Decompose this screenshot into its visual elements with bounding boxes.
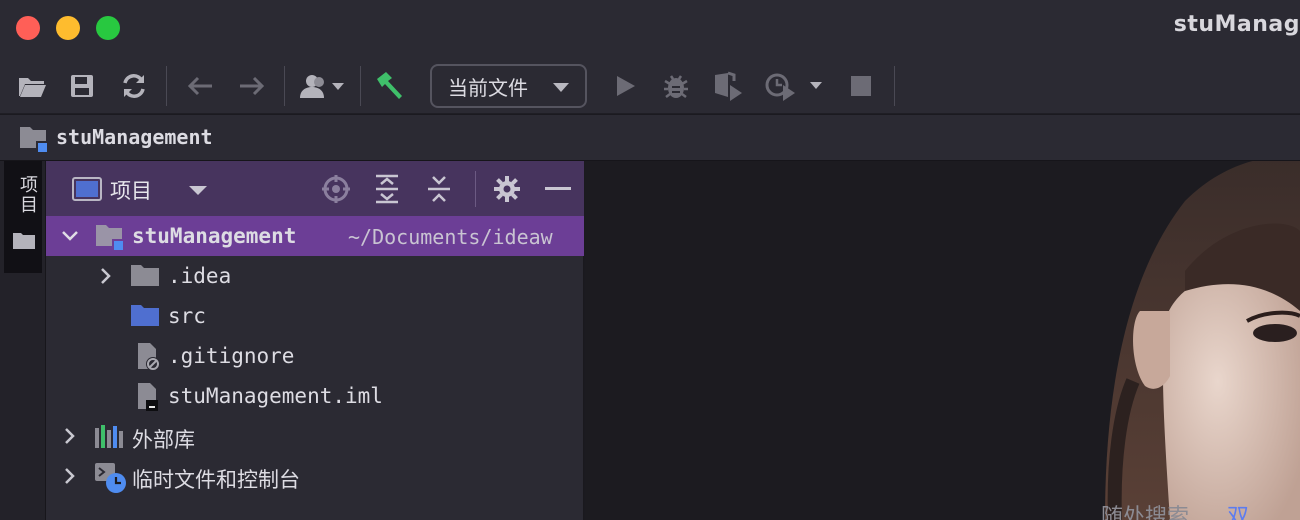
- build-hammer-icon[interactable]: [374, 70, 406, 102]
- gear-icon[interactable]: [491, 173, 523, 205]
- title-bar: stuManag: [0, 0, 1300, 58]
- chevron-down-icon[interactable]: [58, 224, 82, 248]
- source-folder-icon: [130, 302, 160, 330]
- profile-icon[interactable]: [764, 70, 828, 102]
- project-tab-label: 项目: [17, 175, 38, 215]
- open-folder-icon[interactable]: [16, 70, 48, 102]
- navigation-bar: stuManagement: [0, 115, 1300, 161]
- collapse-all-icon[interactable]: [423, 173, 455, 205]
- editor-background-image: [585, 161, 1300, 520]
- run-configuration-dropdown[interactable]: 当前文件: [430, 64, 587, 108]
- project-panel-header: 项目: [46, 161, 584, 216]
- tree-row-idea[interactable]: .idea: [46, 256, 584, 296]
- window-title: stuManag: [1173, 12, 1300, 37]
- sync-icon[interactable]: [118, 70, 150, 102]
- run-configuration-label: 当前文件: [448, 75, 528, 100]
- iml-file-icon: [134, 382, 164, 411]
- tree-row-src[interactable]: src: [46, 296, 584, 336]
- ignored-file-icon: [134, 342, 164, 371]
- chevron-down-icon[interactable]: [189, 186, 207, 195]
- tree-row-project-root[interactable]: stuManagement ~/Documents/ideaw: [46, 216, 584, 256]
- minimize-window-button[interactable]: [56, 16, 80, 40]
- tree-node-label: src: [168, 304, 206, 328]
- project-view-selector[interactable]: 项目: [110, 175, 152, 205]
- forward-arrow-icon[interactable]: [236, 70, 268, 102]
- tree-row-gitignore[interactable]: .gitignore: [46, 336, 584, 376]
- project-view-icon: [72, 177, 102, 205]
- scratches-icon: [94, 462, 126, 493]
- chevron-right-icon[interactable]: [58, 464, 82, 488]
- module-folder-icon: [18, 124, 52, 154]
- folder-icon: [12, 231, 36, 255]
- back-arrow-icon[interactable]: [184, 70, 216, 102]
- editor-area[interactable]: 随处搜索 双: [585, 161, 1300, 520]
- hint-shortcut: 双: [1227, 505, 1250, 520]
- tree-node-label: .gitignore: [168, 344, 295, 368]
- tree-row-scratches[interactable]: 临时文件和控制台: [46, 456, 584, 496]
- save-icon[interactable]: [66, 70, 98, 102]
- project-tool-window-tab[interactable]: 项目: [4, 161, 42, 273]
- coverage-icon[interactable]: [712, 70, 744, 102]
- chevron-down-icon: [553, 83, 569, 92]
- tree-node-label: .idea: [168, 264, 232, 288]
- hide-panel-icon[interactable]: [542, 173, 574, 205]
- search-everywhere-hint: 随处搜索 双: [1101, 499, 1249, 520]
- module-folder-icon: [94, 222, 124, 251]
- project-panel: 项目 stuManagement ~/Documents/ideaw .idea…: [46, 161, 584, 520]
- library-icon: [94, 422, 124, 450]
- hint-text: 随处搜索: [1101, 505, 1190, 520]
- tool-window-stripe: 项目: [0, 161, 46, 520]
- breadcrumb-project[interactable]: stuManagement: [56, 125, 213, 149]
- locate-icon[interactable]: [320, 173, 352, 205]
- tree-row-iml[interactable]: stuManagement.iml: [46, 376, 584, 416]
- expand-all-icon[interactable]: [371, 173, 403, 205]
- chevron-right-icon[interactable]: [94, 264, 118, 288]
- tree-node-label: 临时文件和控制台: [132, 468, 300, 492]
- tree-node-label: 外部库: [132, 428, 195, 452]
- main-toolbar: 当前文件: [0, 58, 1300, 114]
- zoom-window-button[interactable]: [96, 16, 120, 40]
- run-icon[interactable]: [609, 70, 641, 102]
- tree-node-label: stuManagement.iml: [168, 384, 383, 408]
- folder-icon: [130, 262, 160, 290]
- close-window-button[interactable]: [16, 16, 40, 40]
- chevron-right-icon[interactable]: [58, 424, 82, 448]
- debug-icon[interactable]: [660, 70, 692, 102]
- stop-icon[interactable]: [845, 70, 877, 102]
- tree-node-path: ~/Documents/ideaw: [348, 225, 553, 249]
- tree-row-external-libraries[interactable]: 外部库: [46, 416, 584, 456]
- user-icon[interactable]: [296, 70, 352, 102]
- tree-node-label: stuManagement: [132, 224, 297, 248]
